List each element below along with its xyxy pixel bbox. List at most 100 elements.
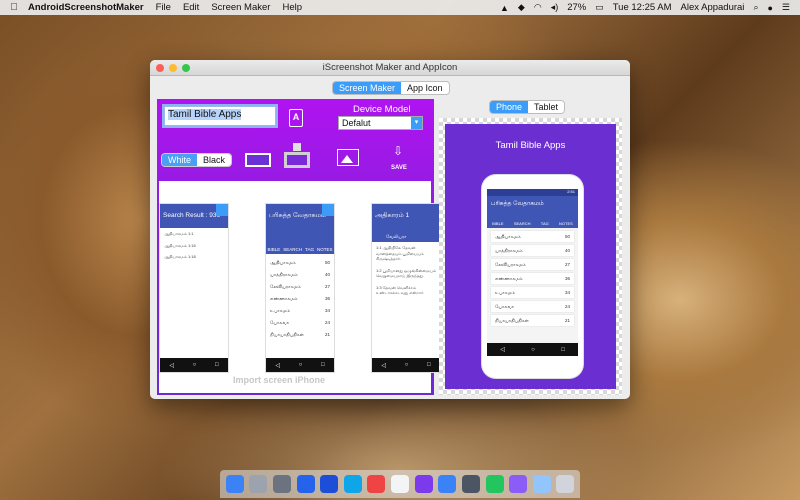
list-item: உபாகமம் 34: [491, 287, 574, 298]
app-menu[interactable]: AndroidScreenshotMaker: [28, 2, 144, 13]
screenshot-thumb-2[interactable]: பரிசுத்த வேதாகமம் BIBLE SEARCH TAG NOTES…: [265, 203, 335, 373]
screenshot-thumb-1[interactable]: Search Result : 936 ஆதியாகமம் 1:1 ஆதியாக…: [159, 203, 229, 373]
menu-file[interactable]: File: [156, 2, 171, 13]
tab-strip: BIBLE SEARCH TAG NOTES: [487, 212, 578, 228]
tab-notes: NOTES: [316, 247, 333, 252]
android-nav-bar: ◁ ○ □: [372, 358, 440, 372]
photos-app-icon[interactable]: [272, 475, 291, 493]
image-icon[interactable]: [337, 149, 359, 166]
tab-tag: TAG: [305, 247, 314, 252]
expand-icon[interactable]: [322, 204, 334, 216]
list-item: ஆதியாகமம் 50: [491, 231, 574, 242]
wifi-icon[interactable]: ◠: [534, 2, 542, 13]
tab-app-icon[interactable]: App Icon: [401, 82, 449, 94]
android-nav-bar: ◁ ○ □: [266, 358, 334, 372]
menu-edit[interactable]: Edit: [183, 2, 199, 13]
dropbox-icon[interactable]: ◆: [518, 2, 525, 13]
phone-mockup: 2:51 பரிசுத்த வேதாகமம் BIBLE SEARCH TAG …: [482, 175, 583, 378]
downloads-folder-icon[interactable]: [532, 475, 551, 493]
screens-strip: Search Result : 936 ஆதியாகமம் 1:1 ஆதியாக…: [159, 181, 441, 393]
save-button-label[interactable]: SAVE: [391, 165, 407, 171]
color-white-button[interactable]: White: [162, 154, 198, 166]
main-tab-control: Screen Maker App Icon: [333, 82, 449, 94]
device-tablet-button[interactable]: Tablet: [528, 101, 565, 113]
whatsapp-icon[interactable]: [485, 475, 504, 493]
dock: [220, 470, 580, 498]
list-item: நியாயாதிபதிகள் 21: [270, 332, 330, 337]
tab-tag: TAG: [540, 221, 549, 226]
finder-icon[interactable]: [225, 475, 244, 493]
screenshot-thumb-3[interactable]: அதிகாரம் 1 வேலியரா 1:1 ஆதியிலே தேவன் வான…: [371, 203, 441, 373]
device-phone-button[interactable]: Phone: [490, 101, 529, 113]
app-store-icon[interactable]: [438, 475, 457, 493]
minimize-window-button[interactable]: [169, 64, 177, 72]
status-time: 2:51: [487, 189, 578, 196]
menu-screen-maker[interactable]: Screen Maker: [211, 2, 270, 13]
list-item: நியாயாதிபதிகள் 21: [491, 315, 574, 326]
verse-ref: ஆதியாகமம் 1:18: [164, 254, 196, 259]
save-icon[interactable]: ⇩: [389, 145, 407, 161]
verse-ref: ஆதியாகமம் 1:16: [164, 242, 196, 248]
device-frame-tool[interactable]: [284, 143, 310, 168]
color-black-button[interactable]: Black: [197, 154, 232, 166]
chapter-subheader: வேலியரா: [372, 228, 440, 242]
tab-screen-maker[interactable]: Screen Maker: [333, 82, 402, 94]
title-input[interactable]: Tamil Bible Apps: [164, 106, 276, 126]
list-item: உபாகமம் 34: [270, 308, 330, 313]
screenshot-maker-dock-icon[interactable]: [509, 475, 528, 493]
volume-icon[interactable]: ◂): [551, 2, 559, 13]
app-window: iScreenshot Maker and AppIcon Screen Mak…: [150, 60, 630, 399]
user-name[interactable]: Alex Appadurai: [681, 2, 745, 13]
files-icon[interactable]: [320, 475, 339, 493]
verse-ref: ஆதியாகமம் 1:1: [164, 231, 194, 236]
list-item: யோசுவா 24: [270, 320, 330, 325]
battery-percent[interactable]: 27%: [567, 2, 586, 13]
verse-text: 1:1 ஆதியிலே தேவன் வானத்தையும் பூமியையும்…: [376, 245, 424, 261]
launchpad-icon[interactable]: [249, 475, 268, 493]
verse-text: 1:3 தேவன் வெளிச்சம் உண்டாகக்கடவது என்றார…: [376, 284, 425, 296]
tab-search: SEARCH: [513, 221, 531, 226]
expand-icon[interactable]: [216, 204, 228, 216]
close-window-button[interactable]: [156, 64, 164, 72]
safari-icon[interactable]: [343, 475, 362, 493]
device-model-label: Device Model: [353, 104, 411, 115]
menu-help[interactable]: Help: [282, 2, 302, 13]
apple-menu-icon[interactable]: : [0, 2, 28, 13]
search-icon[interactable]: ⌕: [753, 2, 758, 13]
notification-center-icon[interactable]: ☰: [782, 2, 790, 13]
text-style-icon[interactable]: A: [289, 109, 303, 127]
battery-icon[interactable]: ▭: [595, 2, 604, 13]
tab-bible: BIBLE: [492, 221, 504, 226]
list-item: ஆதியாகமம் 50: [270, 260, 330, 265]
verse-text: 1:2 பூமியானது ஒழுங்கின்மையும் வெறுமையுமா…: [376, 267, 436, 279]
list-item: எண்ணாகமம் 36: [270, 296, 330, 301]
import-screen-label[interactable]: Import screen iPhone: [233, 375, 325, 385]
notes-icon[interactable]: [391, 475, 409, 493]
system-preferences-icon[interactable]: [461, 475, 480, 493]
xcode-icon[interactable]: [296, 475, 315, 493]
menu-bar:  AndroidScreenshotMaker File Edit Scree…: [0, 0, 800, 15]
chrome-icon[interactable]: [367, 475, 386, 493]
siri-icon[interactable]: ●: [767, 3, 772, 13]
chevron-down-icon: ▾: [411, 117, 422, 129]
viber-icon[interactable]: [414, 475, 433, 493]
list-item: யோசுவா 24: [491, 301, 574, 312]
color-toggle: White Black: [162, 154, 232, 166]
clock[interactable]: Tue 12:25 AM: [613, 2, 672, 13]
device-model-select[interactable]: Defalut ▾: [338, 116, 423, 130]
upload-icon[interactable]: ▲: [500, 3, 509, 13]
tab-search: SEARCH: [283, 247, 303, 252]
trash-icon[interactable]: [556, 475, 575, 493]
background-rect-tool[interactable]: [245, 153, 271, 167]
zoom-window-button[interactable]: [182, 64, 190, 72]
device-type-control: Phone Tablet: [490, 101, 565, 113]
android-nav-bar: ◁ ○ □: [160, 358, 228, 372]
list-item: யாத்திராகமம் 40: [491, 245, 574, 256]
window-title: iScreenshot Maker and AppIcon: [322, 62, 458, 73]
tab-notes: NOTES: [559, 221, 573, 226]
tab-strip: BIBLE SEARCH TAG NOTES: [266, 228, 334, 254]
preview-background: Tamil Bible Apps 2:51 பரிசுத்த வேதாகமம் …: [445, 124, 616, 389]
list-item: லேவியராகமம் 27: [270, 284, 330, 289]
chapter-header: அதிகாரம் 1: [372, 204, 440, 228]
editor-panel: Tamil Bible Apps A Device Model Defalut …: [157, 99, 441, 395]
